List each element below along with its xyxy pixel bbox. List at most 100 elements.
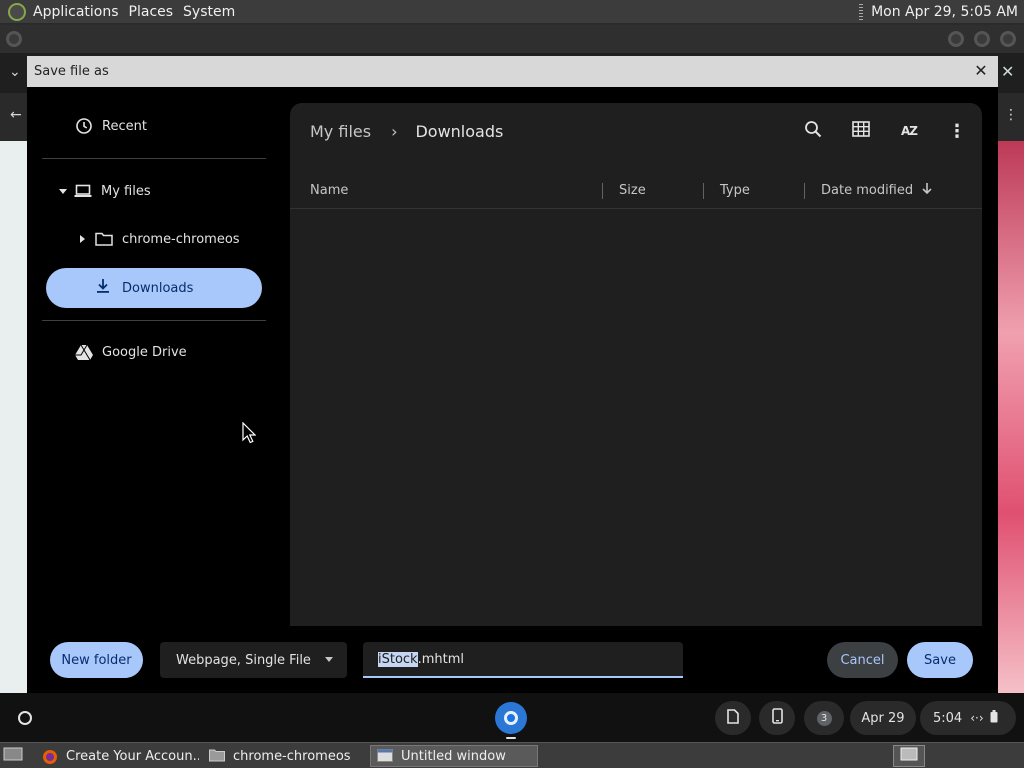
dialog-footer: New folder Webpage, Single File iStock .… <box>27 626 998 693</box>
workspace-icon <box>900 747 918 765</box>
close-browser-icon[interactable]: ✕ <box>1001 62 1014 81</box>
show-desktop-button[interactable] <box>0 745 30 767</box>
phone-icon <box>771 708 783 728</box>
grid-view-button[interactable] <box>845 116 877 146</box>
collapse-arrow-icon[interactable] <box>80 235 85 243</box>
bottom-taskbar: Create Your Accoun... chrome-chromeos Un… <box>0 742 1024 768</box>
column-name[interactable]: Name <box>310 171 348 209</box>
more-options-button[interactable]: ⋮ <box>941 116 973 146</box>
sidebar-item-downloads[interactable]: Downloads <box>46 268 262 308</box>
taskbar-item-untitled-window[interactable]: Untitled window <box>370 745 538 767</box>
window-menu-icon[interactable] <box>6 31 22 47</box>
download-icon <box>95 278 111 298</box>
file-type-select[interactable]: Webpage, Single File <box>160 642 347 678</box>
grid-view-icon <box>852 121 870 141</box>
gnome-logo-icon[interactable] <box>8 2 26 21</box>
column-type[interactable]: Type <box>720 171 750 209</box>
back-icon[interactable]: ← <box>10 107 22 123</box>
column-header-row: Name Size Type Date modified <box>290 171 982 209</box>
workspace-switcher[interactable] <box>893 745 925 767</box>
file-icon <box>727 708 739 728</box>
sidebar-divider <box>42 320 266 321</box>
search-icon <box>804 120 822 142</box>
firefox-icon <box>42 749 58 764</box>
sidebar-item-label: My files <box>101 183 151 199</box>
taskbar-item-firefox[interactable]: Create Your Accoun... <box>36 745 199 767</box>
column-separator[interactable] <box>804 183 805 199</box>
panel-clock[interactable]: Mon Apr 29, 5:05 AM <box>871 4 1024 20</box>
minimize-icon[interactable] <box>948 31 964 47</box>
chrome-icon <box>504 711 518 725</box>
chromeos-shelf: 3 Apr 29 5:04 ‹·› <box>0 693 1024 742</box>
window-frame <box>0 25 1024 53</box>
browser-page-right-edge: ⋮ <box>998 93 1024 693</box>
menu-applications[interactable]: Applications <box>31 4 127 20</box>
save-button[interactable]: Save <box>907 642 973 678</box>
column-separator[interactable] <box>703 183 704 199</box>
taskbar-item-chrome-chromeos[interactable]: chrome-chromeos <box>203 745 363 767</box>
sort-descending-icon <box>921 182 933 198</box>
laptop-icon <box>73 181 93 201</box>
column-size[interactable]: Size <box>619 171 646 209</box>
sidebar-item-recent[interactable]: Recent <box>74 106 147 146</box>
breadcrumb-separator: › <box>391 121 398 141</box>
launcher-icon <box>18 711 32 725</box>
network-icon: ‹·› <box>970 711 984 725</box>
status-tray[interactable]: 5:04 ‹·› <box>920 701 1016 735</box>
folder-icon <box>94 229 114 249</box>
filename-input[interactable]: iStock .mhtml <box>363 642 683 678</box>
chrome-app-button[interactable] <box>495 702 527 734</box>
notification-button[interactable]: 3 <box>804 701 844 735</box>
taskbar-item-label: Create Your Accoun... <box>66 748 199 764</box>
holding-space-button[interactable] <box>715 701 751 735</box>
sidebar-item-my-files[interactable]: My files <box>59 171 151 211</box>
browser-menu-icon[interactable]: ⋮ <box>1004 107 1018 123</box>
menu-places[interactable]: Places <box>127 4 182 20</box>
launcher-button[interactable] <box>9 702 41 734</box>
top-panel: Applications Places System Mon Apr 29, 5… <box>0 0 1024 24</box>
column-date-modified[interactable]: Date modified <box>821 171 933 209</box>
desktop-icon <box>3 746 23 766</box>
folder-icon <box>209 749 225 763</box>
sidebar-item-google-drive[interactable]: Google Drive <box>74 332 187 372</box>
phone-hub-button[interactable] <box>759 701 795 735</box>
file-list-panel: My files › Downloads AZ ⋮ Name Size Type <box>290 103 982 693</box>
filename-extension: .mhtml <box>417 651 465 667</box>
search-button[interactable] <box>797 116 829 146</box>
dialog-close-icon[interactable]: ✕ <box>972 62 990 80</box>
breadcrumb-my-files[interactable]: My files <box>310 122 371 141</box>
taskbar-item-label: chrome-chromeos <box>233 748 351 764</box>
google-drive-icon <box>74 342 94 362</box>
date-tray[interactable]: Apr 29 <box>850 701 916 735</box>
menu-system[interactable]: System <box>181 4 243 20</box>
sort-button[interactable]: AZ <box>893 116 925 146</box>
maximize-icon[interactable] <box>974 31 990 47</box>
tab-search-icon[interactable]: ⌄ <box>9 64 21 80</box>
breadcrumb-downloads: Downloads <box>415 121 504 141</box>
window-icon <box>377 749 393 763</box>
sort-az-icon: AZ <box>901 124 918 138</box>
dialog-title: Save file as <box>34 64 109 79</box>
sidebar-divider <box>42 158 266 159</box>
expand-arrow-icon[interactable] <box>59 188 67 194</box>
save-file-dialog: Save file as ✕ Recent My files chrome-ch… <box>27 56 998 693</box>
column-date-modified-label: Date modified <box>821 182 914 198</box>
dialog-titlebar: Save file as ✕ <box>27 56 998 87</box>
panel-grip-icon <box>859 3 864 20</box>
column-separator[interactable] <box>602 183 603 199</box>
filename-selected-text: iStock <box>378 651 418 667</box>
cancel-button[interactable]: Cancel <box>827 642 898 678</box>
mouse-cursor-icon <box>242 421 257 448</box>
browser-page-left-edge: ← <box>0 93 27 693</box>
chevron-down-icon <box>325 657 333 662</box>
close-window-icon[interactable] <box>1000 31 1016 47</box>
shelf-time: 5:04 <box>933 710 963 726</box>
notification-count: 3 <box>816 710 832 726</box>
more-vert-icon: ⋮ <box>948 120 966 142</box>
new-folder-button[interactable]: New folder <box>50 642 143 678</box>
battery-icon <box>990 709 998 727</box>
sidebar-item-label: Google Drive <box>102 344 187 360</box>
breadcrumb: My files › Downloads <box>310 119 503 143</box>
sidebar-item-label: chrome-chromeos <box>122 231 240 247</box>
sidebar-item-chrome-chromeos[interactable]: chrome-chromeos <box>80 219 240 259</box>
